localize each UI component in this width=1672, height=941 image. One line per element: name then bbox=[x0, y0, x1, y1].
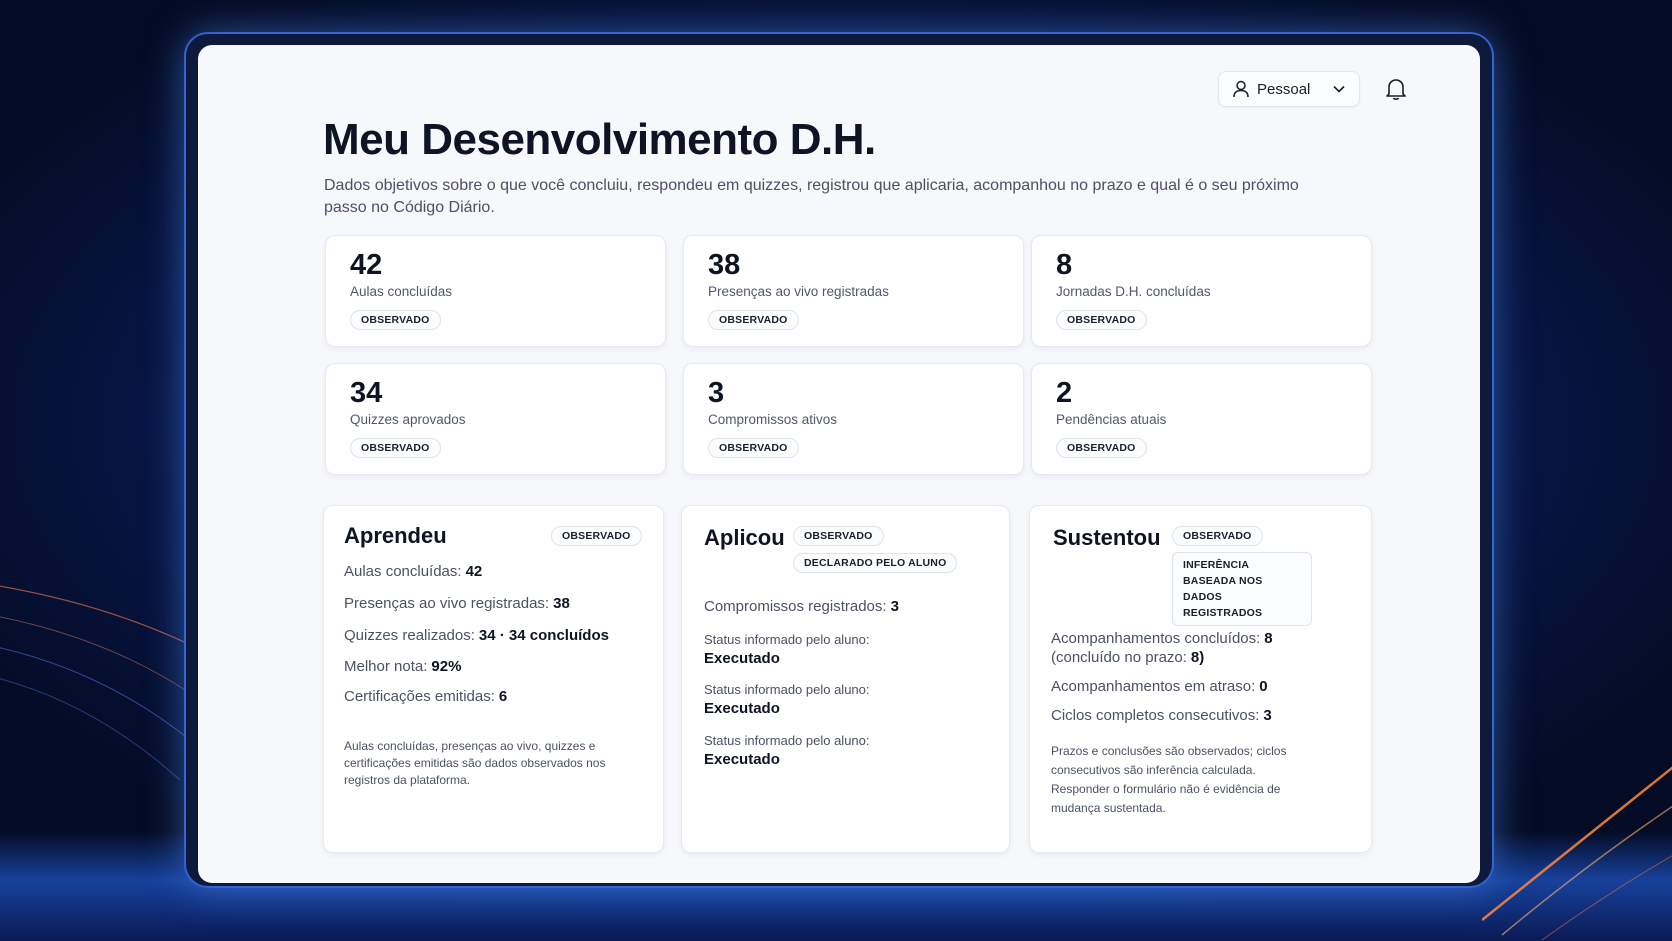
status-badge: OBSERVADO bbox=[350, 438, 441, 458]
stat-label: Compromissos ativos bbox=[708, 412, 838, 427]
metric-row: Acompanhamentos concluídos: 8 bbox=[1051, 630, 1273, 647]
stat-label: Presenças ao vivo registradas bbox=[708, 284, 889, 299]
panel-aprendeu: Aprendeu OBSERVADO Aulas concluídas: 42 P… bbox=[323, 505, 664, 853]
metric-row: Melhor nota: 92% bbox=[344, 658, 462, 675]
decorative-light-streaks bbox=[1482, 766, 1672, 940]
stat-value: 38 bbox=[708, 249, 741, 281]
status-badge: OBSERVADO bbox=[551, 526, 642, 546]
metric-row: Presenças ao vivo registradas: 38 bbox=[344, 595, 570, 612]
metric-row: Quizzes realizados: 34 · 34 concluídos bbox=[344, 627, 609, 644]
metric-row: Compromissos registrados: 3 bbox=[704, 598, 899, 615]
status-label: Status informado pelo aluno: bbox=[704, 632, 870, 647]
panel-sustentou: Sustentou OBSERVADO INFERÊNCIA BASEADA N… bbox=[1029, 505, 1372, 853]
stat-label: Jornadas D.H. concluídas bbox=[1056, 284, 1211, 299]
stat-value: 34 bbox=[350, 377, 383, 409]
panel-note: Prazos e conclusões são observados; cicl… bbox=[1051, 744, 1287, 815]
status-value: Executado bbox=[704, 650, 780, 667]
metric-row: Ciclos completos consecutivos: 3 bbox=[1051, 707, 1272, 724]
metric-row: Certificações emitidas: 6 bbox=[344, 688, 508, 705]
declared-badge: DECLARADO PELO ALUNO bbox=[793, 553, 958, 573]
page-title: Meu Desenvolvimento D.H. bbox=[323, 115, 876, 164]
status-value: Executado bbox=[704, 700, 780, 717]
status-badge: OBSERVADO bbox=[793, 526, 884, 546]
stat-value: 42 bbox=[350, 249, 383, 281]
inference-badge: INFERÊNCIA BASEADA NOS DADOS REGISTRADOS bbox=[1172, 552, 1312, 626]
stat-value: 2 bbox=[1056, 377, 1073, 409]
panel-aplicou: Aplicou OBSERVADO DECLARADO PELO ALUNO C… bbox=[681, 505, 1010, 853]
stat-label: Pendências atuais bbox=[1056, 412, 1167, 427]
panel-note: Aulas concluídas, presenças ao vivo, qui… bbox=[344, 739, 606, 787]
status-badge: OBSERVADO bbox=[708, 310, 799, 330]
stat-card-presencas: 38 Presenças ao vivo registradas OBSERVA… bbox=[683, 235, 1024, 347]
stat-value: 8 bbox=[1056, 249, 1073, 281]
dashboard-screen: Pessoal Meu Desenvolvimento D.H. Dados o… bbox=[198, 45, 1480, 883]
user-icon bbox=[1233, 80, 1249, 98]
panel-title: Aprendeu bbox=[344, 523, 447, 548]
stat-card-jornadas: 8 Jornadas D.H. concluídas OBSERVADO bbox=[1031, 235, 1372, 347]
stat-label: Quizzes aprovados bbox=[350, 412, 466, 427]
stat-card-aulas: 42 Aulas concluídas OBSERVADO bbox=[325, 235, 666, 347]
status-value: Executado bbox=[704, 751, 780, 768]
profile-menu-button[interactable]: Pessoal bbox=[1218, 71, 1360, 107]
status-label: Status informado pelo aluno: bbox=[704, 733, 870, 748]
stat-value: 3 bbox=[708, 377, 725, 409]
status-badge: OBSERVADO bbox=[1056, 438, 1147, 458]
status-badge: OBSERVADO bbox=[1056, 310, 1147, 330]
panel-title: Sustentou bbox=[1053, 525, 1161, 550]
page-subtitle: Dados objetivos sobre o que você conclui… bbox=[324, 177, 1299, 216]
profile-menu-label: Pessoal bbox=[1257, 80, 1311, 98]
stat-label: Aulas concluídas bbox=[350, 284, 453, 299]
bell-icon[interactable] bbox=[1385, 77, 1407, 101]
status-label: Status informado pelo aluno: bbox=[704, 682, 870, 697]
status-badge: OBSERVADO bbox=[708, 438, 799, 458]
stat-card-quizzes: 34 Quizzes aprovados OBSERVADO bbox=[325, 363, 666, 475]
status-badge: OBSERVADO bbox=[1172, 526, 1263, 546]
stat-card-compromissos: 3 Compromissos ativos OBSERVADO bbox=[683, 363, 1024, 475]
metric-row-continued: (concluído no prazo: 8) bbox=[1051, 649, 1205, 666]
panel-title: Aplicou bbox=[704, 525, 785, 550]
status-badge: OBSERVADO bbox=[350, 310, 441, 330]
chevron-down-icon bbox=[1333, 85, 1345, 93]
metric-row: Aulas concluídas: 42 bbox=[344, 563, 483, 580]
metric-row: Acompanhamentos em atraso: 0 bbox=[1051, 678, 1268, 695]
stat-card-pendencias: 2 Pendências atuais OBSERVADO bbox=[1031, 363, 1372, 475]
